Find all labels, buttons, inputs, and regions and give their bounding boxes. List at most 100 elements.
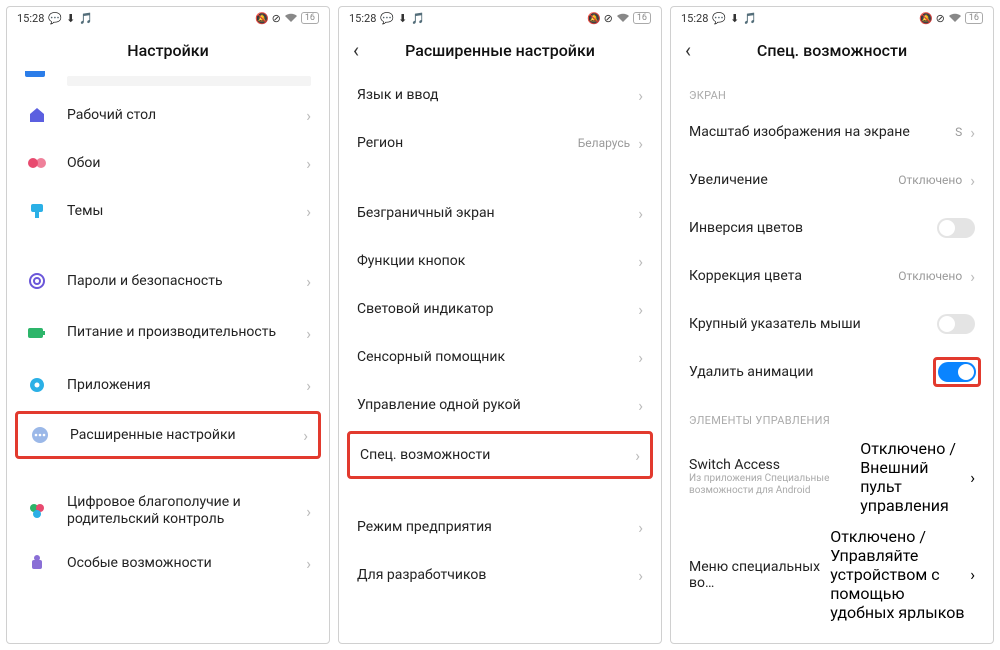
chevron-right-icon: › xyxy=(970,267,975,286)
battery-icon xyxy=(25,321,49,345)
label: Функции кнопок xyxy=(357,253,638,269)
home-icon xyxy=(25,103,49,127)
label: Обои xyxy=(67,155,306,171)
phone-settings: 15:28 💬 ⬇ 🎵 🔕 ⊘ 16 Настройки Рабочий сто… xyxy=(6,6,330,644)
item-magnification[interactable]: Увеличение Отключено › xyxy=(671,156,993,204)
phone-advanced: 15:28 💬 ⬇ 🎵 🔕 ⊘ 16 ‹ Расширенные настрой… xyxy=(338,6,662,644)
page-title: Спец. возможности xyxy=(757,41,907,60)
heart-icon xyxy=(25,499,49,523)
chevron-right-icon: › xyxy=(970,468,975,487)
item-color-correction[interactable]: Коррекция цвета Отключено › xyxy=(671,252,993,300)
label: Темы xyxy=(67,203,306,219)
music-icon: 🎵 xyxy=(79,12,93,25)
settings-item-wallpaper[interactable]: Обои › xyxy=(7,139,329,187)
label: Управление одной рукой xyxy=(357,397,638,413)
fingerprint-icon xyxy=(25,269,49,293)
status-time: 15:28 xyxy=(349,12,376,25)
label: Для разработчиков xyxy=(357,567,638,583)
item-buttons[interactable]: Функции кнопок › xyxy=(339,237,661,285)
item-led[interactable]: Световой индикатор › xyxy=(339,285,661,333)
statusbar: 15:28 💬 ⬇ 🎵 🔕 ⊘ 16 xyxy=(671,7,993,29)
item-developer[interactable]: Для разработчиков › xyxy=(339,551,661,599)
label: Крупный указатель мыши xyxy=(689,316,937,332)
page-title: Настройки xyxy=(127,41,208,60)
chat-icon: 💬 xyxy=(712,12,726,25)
chevron-right-icon: › xyxy=(306,202,311,221)
label: Цифровое благополучие и родительский кон… xyxy=(67,494,306,529)
item-remove-animations[interactable]: Удалить анимации xyxy=(671,348,993,396)
chevron-right-icon: › xyxy=(638,348,643,367)
chevron-right-icon: › xyxy=(638,252,643,271)
chevron-right-icon: › xyxy=(306,324,311,343)
label: Приложения xyxy=(67,377,306,393)
value: Отключено xyxy=(898,269,962,283)
page-title: Расширенные настройки xyxy=(405,41,595,60)
label: Switch Access xyxy=(689,457,860,473)
settings-item-special[interactable]: Особые возможности › xyxy=(7,539,329,587)
wifi-icon xyxy=(616,13,630,23)
music-icon: 🎵 xyxy=(743,12,757,25)
toggle-large-pointer[interactable] xyxy=(937,314,975,334)
battery-icon: 16 xyxy=(301,12,319,24)
label: Сенсорный помощник xyxy=(357,349,638,365)
item-accessibility-menu[interactable]: Меню специальных во… Отключено / Управля… xyxy=(671,521,993,628)
back-button[interactable]: ‹ xyxy=(353,38,359,62)
item-enterprise[interactable]: Режим предприятия › xyxy=(339,503,661,551)
label: Особые возможности xyxy=(67,555,306,571)
item-onehand[interactable]: Управление одной рукой › xyxy=(339,381,661,429)
label: Регион xyxy=(357,135,578,151)
settings-item-security[interactable]: Пароли и безопасность › xyxy=(7,257,329,305)
status-time: 15:28 xyxy=(17,12,44,25)
chevron-right-icon: › xyxy=(638,396,643,415)
back-button[interactable]: ‹ xyxy=(685,38,691,62)
item-language[interactable]: Язык и ввод › xyxy=(339,71,661,119)
settings-item-wellbeing[interactable]: Цифровое благополучие и родительский кон… xyxy=(7,483,329,539)
item-switch-access[interactable]: Switch Access Из приложения Специальные … xyxy=(671,433,993,521)
statusbar: 15:28 💬 ⬇ 🎵 🔕 ⊘ 16 xyxy=(7,7,329,29)
highlight-box xyxy=(933,357,981,387)
chevron-right-icon: › xyxy=(638,134,643,153)
statusbar: 15:28 💬 ⬇ 🎵 🔕 ⊘ 16 xyxy=(339,7,661,29)
settings-item-advanced[interactable]: Расширенные настройки › xyxy=(15,411,321,459)
item-large-pointer[interactable]: Крупный указатель мыши xyxy=(671,300,993,348)
chat-icon: 💬 xyxy=(48,12,62,25)
settings-item-battery[interactable]: Питание и производительность › xyxy=(7,305,329,361)
chevron-right-icon: › xyxy=(303,426,308,445)
download-icon: ⬇ xyxy=(730,12,739,25)
label: Увеличение xyxy=(689,172,898,188)
vibrate-icon: 🔕 xyxy=(255,12,269,25)
titlebar: Настройки xyxy=(7,29,329,71)
toggle-remove-animations[interactable] xyxy=(938,362,976,382)
label: Рабочий стол xyxy=(67,107,306,123)
chevron-right-icon: › xyxy=(306,272,311,291)
status-time: 15:28 xyxy=(681,12,708,25)
item-quickball[interactable]: Сенсорный помощник › xyxy=(339,333,661,381)
titlebar: ‹ Расширенные настройки xyxy=(339,29,661,71)
label: Масштаб изображения на экране xyxy=(689,124,955,140)
flower-icon xyxy=(25,151,49,175)
titlebar: ‹ Спец. возможности xyxy=(671,29,993,71)
toggle-color-inversion[interactable] xyxy=(937,218,975,238)
label: Питание и производительность xyxy=(67,324,306,342)
label: Режим предприятия xyxy=(357,519,638,535)
item-accessibility[interactable]: Спец. возможности › xyxy=(347,431,653,479)
chevron-right-icon: › xyxy=(306,154,311,173)
item-display-scale[interactable]: Масштаб изображения на экране S › xyxy=(671,108,993,156)
more-icon xyxy=(28,423,52,447)
label: Пароли и безопасность xyxy=(67,273,306,289)
chevron-right-icon: › xyxy=(306,106,311,125)
chevron-right-icon: › xyxy=(970,171,975,190)
item-fullscreen[interactable]: Безграничный экран › xyxy=(339,189,661,237)
item-region[interactable]: Регион Беларусь › xyxy=(339,119,661,167)
section-controls: ЭЛЕМЕНТЫ УПРАВЛЕНИЯ xyxy=(671,396,993,433)
settings-item-themes[interactable]: Темы › xyxy=(7,187,329,235)
chat-icon: 💬 xyxy=(380,12,394,25)
item-color-inversion[interactable]: Инверсия цветов xyxy=(671,204,993,252)
settings-item-desktop[interactable]: Рабочий стол › xyxy=(7,91,329,139)
music-icon: 🎵 xyxy=(411,12,425,25)
label: Расширенные настройки xyxy=(70,427,303,443)
vibrate-icon: 🔕 xyxy=(919,12,933,25)
nosim-icon: ⊘ xyxy=(272,12,281,25)
nosim-icon: ⊘ xyxy=(936,12,945,25)
settings-item-apps[interactable]: Приложения › xyxy=(7,361,329,409)
